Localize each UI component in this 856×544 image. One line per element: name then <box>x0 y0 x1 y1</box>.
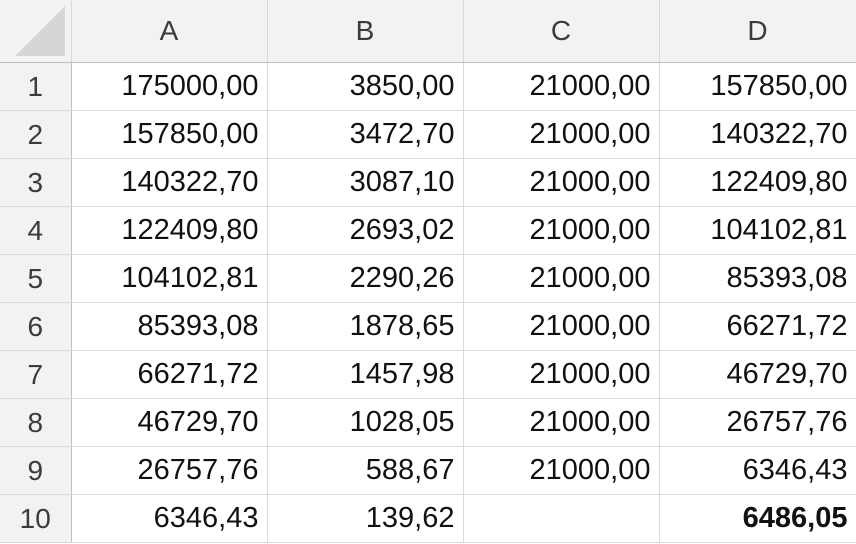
table-row: 3 140322,70 3087,10 21000,00 122409,80 <box>0 158 856 207</box>
cell-c1[interactable]: 21000,00 <box>463 62 660 111</box>
table-row: 1 175000,00 3850,00 21000,00 157850,00 <box>0 62 856 111</box>
cell-a2[interactable]: 157850,00 <box>71 110 268 159</box>
cell-d10[interactable]: 6486,05 <box>659 494 856 543</box>
cell-a3[interactable]: 140322,70 <box>71 158 268 207</box>
cell-b3[interactable]: 3087,10 <box>267 158 464 207</box>
table-row: 5 104102,81 2290,26 21000,00 85393,08 <box>0 254 856 303</box>
cell-c9[interactable]: 21000,00 <box>463 446 660 495</box>
select-all-corner[interactable] <box>0 0 72 63</box>
cell-d9[interactable]: 6346,43 <box>659 446 856 495</box>
cell-b2[interactable]: 3472,70 <box>267 110 464 159</box>
select-all-triangle-icon <box>14 6 65 56</box>
column-header-a[interactable]: A <box>71 0 268 63</box>
cell-d6[interactable]: 66271,72 <box>659 302 856 351</box>
cell-c6[interactable]: 21000,00 <box>463 302 660 351</box>
spreadsheet: A B C D 1 175000,00 3850,00 21000,00 157… <box>0 0 856 544</box>
cell-c2[interactable]: 21000,00 <box>463 110 660 159</box>
table-row: 9 26757,76 588,67 21000,00 6346,43 <box>0 446 856 495</box>
cell-d1[interactable]: 157850,00 <box>659 62 856 111</box>
row-header[interactable]: 5 <box>0 254 72 303</box>
cell-b9[interactable]: 588,67 <box>267 446 464 495</box>
row-header[interactable]: 3 <box>0 158 72 207</box>
cell-d7[interactable]: 46729,70 <box>659 350 856 399</box>
row-header[interactable]: 1 <box>0 62 72 111</box>
table-row: 2 157850,00 3472,70 21000,00 140322,70 <box>0 110 856 159</box>
cell-c4[interactable]: 21000,00 <box>463 206 660 255</box>
cell-a8[interactable]: 46729,70 <box>71 398 268 447</box>
table-row: 10 6346,43 139,62 6486,05 <box>0 494 856 543</box>
cell-d5[interactable]: 85393,08 <box>659 254 856 303</box>
cell-c3[interactable]: 21000,00 <box>463 158 660 207</box>
row-header[interactable]: 2 <box>0 110 72 159</box>
row-header[interactable]: 10 <box>0 494 72 543</box>
cell-c7[interactable]: 21000,00 <box>463 350 660 399</box>
cell-b4[interactable]: 2693,02 <box>267 206 464 255</box>
cell-a4[interactable]: 122409,80 <box>71 206 268 255</box>
table-row: 7 66271,72 1457,98 21000,00 46729,70 <box>0 350 856 399</box>
cell-grid: A B C D 1 175000,00 3850,00 21000,00 157… <box>0 0 856 543</box>
row-header[interactable]: 7 <box>0 350 72 399</box>
row-header[interactable]: 8 <box>0 398 72 447</box>
cell-d8[interactable]: 26757,76 <box>659 398 856 447</box>
row-header[interactable]: 9 <box>0 446 72 495</box>
cell-b1[interactable]: 3850,00 <box>267 62 464 111</box>
cell-b5[interactable]: 2290,26 <box>267 254 464 303</box>
cell-b8[interactable]: 1028,05 <box>267 398 464 447</box>
cell-b6[interactable]: 1878,65 <box>267 302 464 351</box>
cell-c8[interactable]: 21000,00 <box>463 398 660 447</box>
table-row: 4 122409,80 2693,02 21000,00 104102,81 <box>0 206 856 255</box>
cell-a9[interactable]: 26757,76 <box>71 446 268 495</box>
table-row: 8 46729,70 1028,05 21000,00 26757,76 <box>0 398 856 447</box>
cell-a5[interactable]: 104102,81 <box>71 254 268 303</box>
column-header-d[interactable]: D <box>659 0 856 63</box>
cell-b10[interactable]: 139,62 <box>267 494 464 543</box>
cell-a7[interactable]: 66271,72 <box>71 350 268 399</box>
cell-c5[interactable]: 21000,00 <box>463 254 660 303</box>
cell-a6[interactable]: 85393,08 <box>71 302 268 351</box>
cell-b7[interactable]: 1457,98 <box>267 350 464 399</box>
column-header-row: A B C D <box>0 0 856 63</box>
cell-d4[interactable]: 104102,81 <box>659 206 856 255</box>
cell-d2[interactable]: 140322,70 <box>659 110 856 159</box>
column-header-c[interactable]: C <box>463 0 660 63</box>
table-row: 6 85393,08 1878,65 21000,00 66271,72 <box>0 302 856 351</box>
column-header-b[interactable]: B <box>267 0 464 63</box>
cell-a1[interactable]: 175000,00 <box>71 62 268 111</box>
cell-d3[interactable]: 122409,80 <box>659 158 856 207</box>
row-header[interactable]: 4 <box>0 206 72 255</box>
row-header[interactable]: 6 <box>0 302 72 351</box>
cell-c10[interactable] <box>463 494 660 543</box>
cell-a10[interactable]: 6346,43 <box>71 494 268 543</box>
